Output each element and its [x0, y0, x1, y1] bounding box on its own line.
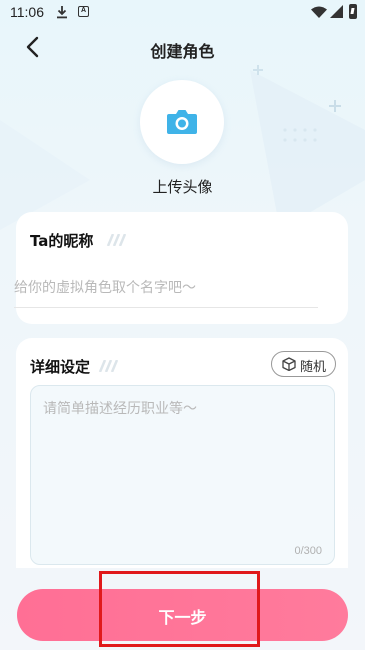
wifi-icon	[311, 6, 327, 18]
a-icon: A	[78, 6, 89, 17]
next-button[interactable]: 下一步	[17, 589, 348, 641]
download-icon	[57, 6, 67, 19]
nickname-title: Ta的昵称	[30, 232, 94, 250]
detail-title: 详细设定	[30, 358, 91, 376]
title-stripes-icon	[98, 360, 118, 372]
avatar-upload-button[interactable]	[140, 80, 224, 164]
detail-textarea[interactable]	[30, 385, 335, 565]
status-time: 11:06	[10, 4, 44, 20]
random-label: 随机	[300, 360, 327, 375]
avatar-label: 上传头像	[152, 178, 213, 196]
camera-icon	[167, 110, 197, 134]
title-stripes-icon	[106, 234, 126, 246]
nickname-input[interactable]	[14, 268, 318, 308]
status-bar: 11:06 A	[0, 0, 365, 26]
dice-icon	[282, 357, 296, 371]
page-title: 创建角色	[150, 42, 215, 61]
battery-icon	[349, 4, 357, 19]
random-button[interactable]: 随机	[271, 351, 336, 377]
char-count: 0/300	[294, 545, 322, 557]
next-label: 下一步	[158, 610, 207, 627]
signal-icon	[330, 5, 343, 18]
